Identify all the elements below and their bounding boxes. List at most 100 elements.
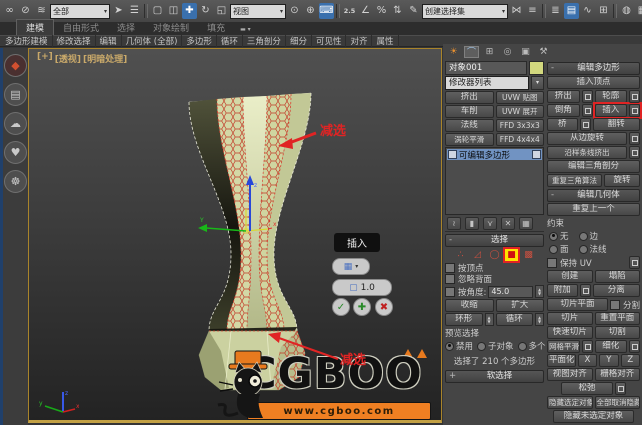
remove-modifier-icon[interactable]: ✕ <box>501 217 515 230</box>
attach-settings-icon[interactable] <box>580 284 591 297</box>
edit-named-selection-sets-icon[interactable]: ✎ <box>406 3 421 19</box>
slice-button[interactable]: 切片 <box>547 312 593 325</box>
select-and-scale-icon[interactable]: ◱ <box>214 3 229 19</box>
edit-triangulation-button[interactable]: 编辑三角剖分 <box>547 160 640 173</box>
planar-z-button[interactable]: Z <box>621 354 640 367</box>
caddy-ok-button[interactable]: ✓ <box>332 298 350 316</box>
curve-editor-icon[interactable]: ∿ <box>580 3 595 19</box>
named-selection-set-dropdown[interactable]: 创建选择集 <box>422 4 508 19</box>
render-setup-icon[interactable]: ▦ <box>635 3 642 19</box>
extrude-modifier-button[interactable]: 挤出 <box>445 91 494 104</box>
preview-multi-radio[interactable]: 多个 <box>518 340 546 352</box>
viewport-menu-plus[interactable]: [+] <box>37 52 53 65</box>
ring-button[interactable]: 环形 <box>445 313 483 326</box>
by-vertex-checkbox[interactable]: 按顶点 <box>445 263 544 273</box>
subtab-polygons[interactable]: 多边形 <box>182 35 217 47</box>
modifier-list-dropdown[interactable]: 修改器列表 <box>445 76 529 90</box>
repeat-last-button[interactable]: 重复上一个 <box>547 203 640 216</box>
polygon-subobject-icon[interactable]: ■ <box>505 249 518 261</box>
cloud-icon[interactable]: ☁ <box>4 112 27 135</box>
reset-plane-button[interactable]: 重置平面 <box>595 312 641 325</box>
spinner-snap-icon[interactable]: ⇅ <box>390 3 405 19</box>
align-icon[interactable]: ≡ <box>525 3 540 19</box>
bevel-settings-icon[interactable] <box>582 104 593 117</box>
selection-filter-dropdown[interactable]: 全部 <box>50 4 110 19</box>
schematic-view-icon[interactable]: ⊞ <box>596 3 611 19</box>
ribbon-tab-populate[interactable]: 填充 <box>198 20 234 35</box>
select-and-move-icon[interactable]: ✚ <box>182 3 197 19</box>
insert-vertex-button[interactable]: 插入顶点 <box>547 76 640 89</box>
make-unique-icon[interactable]: ⋎ <box>483 217 497 230</box>
ffd4x4-button[interactable]: FFD 4x4x4 <box>496 133 545 146</box>
extrude-along-spline-button[interactable]: 沿样条线挤出 <box>547 146 627 159</box>
bevel-button[interactable]: 倒角 <box>547 104 580 117</box>
chevron-down-icon[interactable] <box>531 76 544 90</box>
loop-spinner[interactable] <box>535 313 544 326</box>
ribbon-tab-modeling[interactable]: 建模 <box>16 19 54 35</box>
caddy-amount-field[interactable]: ▢ 1.0 <box>332 279 392 296</box>
select-and-manipulate-icon[interactable]: ⊕ <box>303 3 318 19</box>
hide-selected-button[interactable]: 隐藏选定对象 <box>547 396 593 409</box>
select-by-name-icon[interactable]: ☰ <box>127 3 142 19</box>
constraint-normal-radio[interactable]: 法线 <box>579 243 607 255</box>
configure-modifier-sets-icon[interactable]: ▦ <box>519 217 533 230</box>
hinge-from-edge-button[interactable]: 从边旋转 <box>547 132 627 145</box>
selection-rollout-header[interactable]: - 选择 <box>445 234 544 247</box>
edge-subobject-icon[interactable]: ◿ <box>471 249 484 261</box>
quickslice-button[interactable]: 快速切片 <box>547 326 593 339</box>
ignore-backfacing-checkbox[interactable]: 忽略背面 <box>445 274 544 284</box>
show-end-result-icon[interactable]: ▮ <box>465 217 479 230</box>
caddy-group-dropdown[interactable]: ▦ ▾ <box>332 258 370 275</box>
extrude-spline-settings-icon[interactable] <box>629 146 640 159</box>
pin-stack-icon[interactable]: ≀ <box>447 217 461 230</box>
ring-spinner[interactable] <box>485 313 494 326</box>
hinge-settings-icon[interactable] <box>629 132 640 145</box>
flip-button[interactable]: 翻转 <box>593 118 641 131</box>
grow-button[interactable]: 扩大 <box>496 299 545 312</box>
msmooth-settings-icon[interactable] <box>582 340 593 353</box>
lathe-button[interactable]: 车削 <box>445 105 494 118</box>
motion-tab-icon[interactable]: ◎ <box>500 46 515 58</box>
edit-geometry-rollout-header[interactable]: - 编辑几何体 <box>547 189 640 202</box>
caddy-apply-button[interactable]: ✚ <box>353 298 371 316</box>
modifier-stack[interactable]: 可编辑多边形 <box>445 147 544 215</box>
unhide-all-button[interactable]: 全部取消隐藏 <box>595 396 641 409</box>
subtab-visibility[interactable]: 可见性 <box>312 35 347 47</box>
turbosmooth-button[interactable]: 涡轮平滑 <box>445 133 494 146</box>
ribbon-tab-freeform[interactable]: 自由形式 <box>54 20 108 35</box>
keyboard-shortcut-override-icon[interactable]: ⌨ <box>319 3 334 19</box>
loop-button[interactable]: 循环 <box>496 313 534 326</box>
border-subobject-icon[interactable]: ◯ <box>488 249 501 261</box>
edit-polygons-rollout-header[interactable]: - 编辑多边形 <box>547 62 640 75</box>
subtab-subdivision[interactable]: 细分 <box>286 35 312 47</box>
gear-icon[interactable]: ☸ <box>4 170 27 193</box>
percent-snap-icon[interactable]: % <box>374 3 389 19</box>
shrink-button[interactable]: 收缩 <box>445 299 494 312</box>
document-icon[interactable]: ▤ <box>4 83 27 106</box>
mirror-icon[interactable]: ⋈ <box>509 3 524 19</box>
split-checkbox[interactable]: 分割 <box>610 300 640 310</box>
preview-subobj-radio[interactable]: 子对象 <box>477 340 514 352</box>
viewport-3d[interactable]: [+] [透视] [明暗处理] <box>28 48 442 423</box>
tessellate-settings-icon[interactable] <box>629 340 640 353</box>
subtab-properties[interactable]: 属性 <box>372 35 398 47</box>
viewport-shading-label[interactable]: [明暗处理] <box>83 52 127 65</box>
angle-snap-icon[interactable]: ∠ <box>358 3 373 19</box>
msmooth-button[interactable]: 网格平滑 <box>547 340 580 353</box>
hide-unselected-button[interactable]: 隐藏未选定对象 <box>553 410 634 423</box>
collapse-button[interactable]: 塌陷 <box>595 270 641 283</box>
preview-off-radio[interactable]: 禁用 <box>445 340 473 352</box>
select-and-link-icon[interactable]: ∞ <box>2 3 17 19</box>
rectangular-selection-region-icon[interactable]: ▢ <box>150 3 165 19</box>
constraint-face-radio[interactable]: 面 <box>549 243 569 255</box>
subtab-align[interactable]: 对齐 <box>346 35 372 47</box>
bridge-settings-icon[interactable] <box>580 118 591 131</box>
stack-item-toggle[interactable] <box>532 150 541 159</box>
view-align-button[interactable]: 视图对齐 <box>547 368 593 381</box>
detach-button[interactable]: 分离 <box>593 284 641 297</box>
inset-settings-icon[interactable] <box>629 104 640 117</box>
display-tab-icon[interactable]: ▣ <box>518 46 533 58</box>
extrude-button[interactable]: 挤出 <box>547 90 580 103</box>
constraint-edge-radio[interactable]: 边 <box>579 230 599 242</box>
object-name-field[interactable]: 对象001 <box>445 61 527 75</box>
